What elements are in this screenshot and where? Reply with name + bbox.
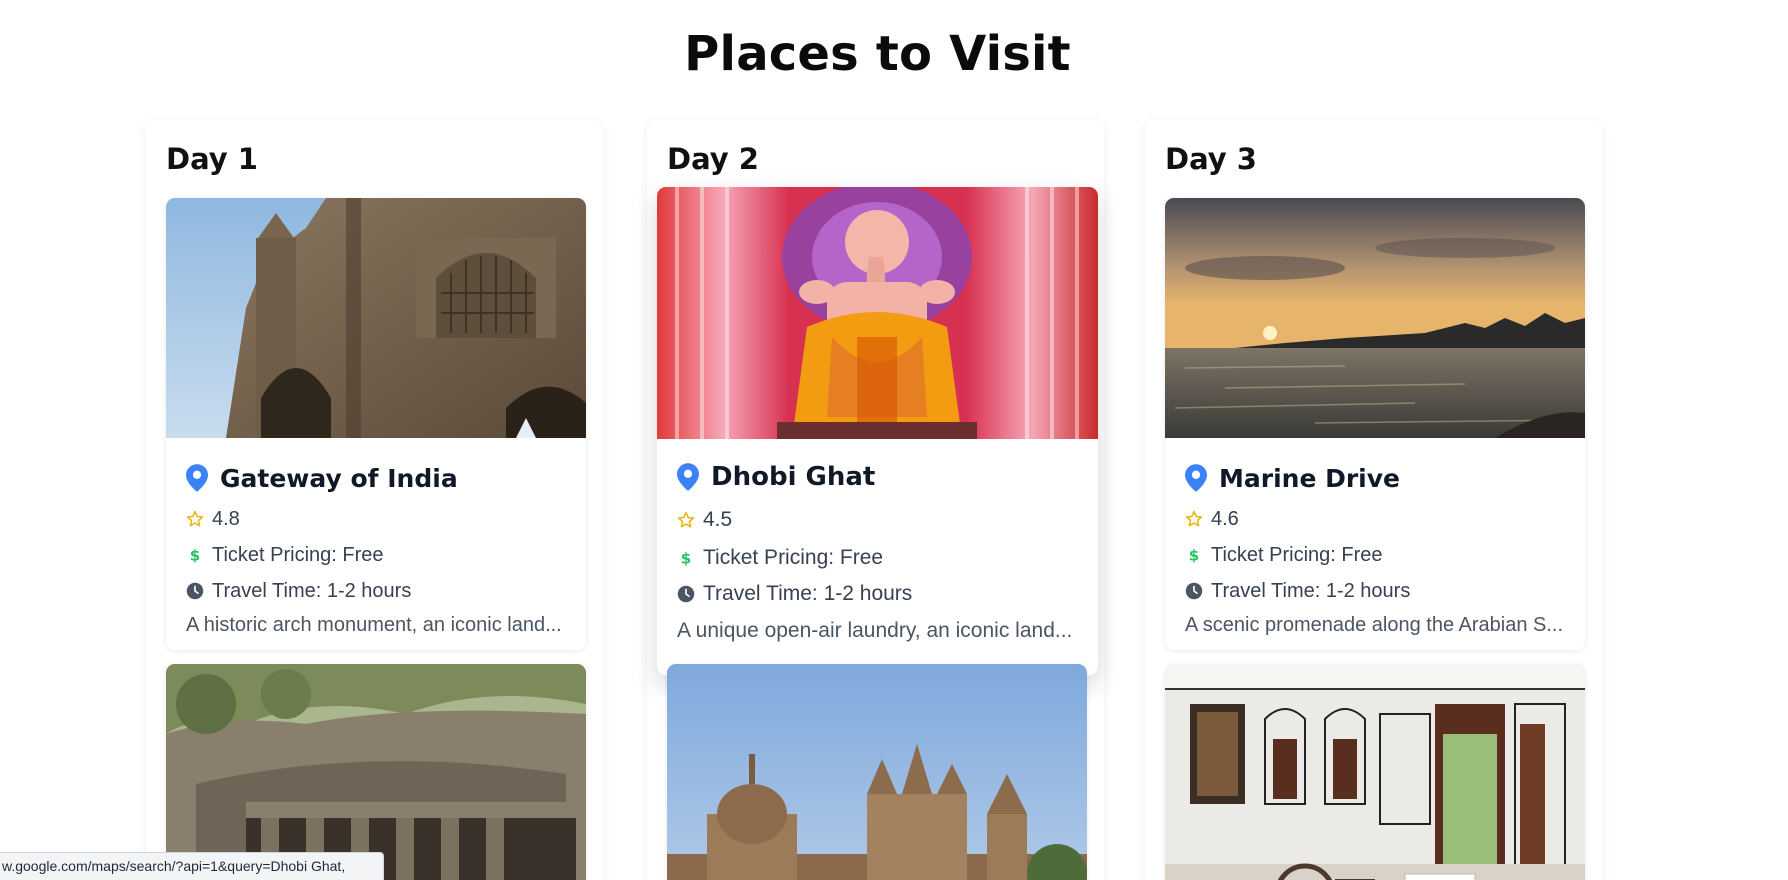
ticket-pricing: Ticket Pricing: Free <box>703 546 884 569</box>
star-icon <box>186 510 204 527</box>
ticket-row: $ Ticket Pricing: Free <box>186 542 566 568</box>
place-name: Gateway of India <box>220 463 458 493</box>
dollar-icon: $ <box>681 549 691 567</box>
place-description: A scenic promenade along the Arabian S..… <box>1185 614 1564 636</box>
place-card-csmt[interactable] <box>667 664 1087 880</box>
place-card-gateway-of-india[interactable]: Gateway of India 4.8 $ Ticket Pricing: F… <box>166 198 586 650</box>
map-pin-icon <box>186 464 208 492</box>
rating-value: 4.6 <box>1211 507 1239 530</box>
status-bar-url: w.google.com/maps/search/?api=1&query=Dh… <box>0 852 384 880</box>
rating-row: 4.5 <box>677 507 1078 533</box>
place-name: Dhobi Ghat <box>711 462 876 492</box>
place-photo <box>1165 198 1585 438</box>
travel-row: Travel Time: 1-2 hours <box>1185 578 1565 604</box>
ticket-row: $ Ticket Pricing: Free <box>1185 542 1565 568</box>
place-card-mani-bhavan[interactable] <box>1165 664 1585 880</box>
ticket-row: $ Ticket Pricing: Free <box>677 545 1078 571</box>
day-column-2: Day 2 Dhobi Ghat 4.5 $ Ticket Pricing: F… <box>647 120 1104 880</box>
day-column-3: Day 3 Marine Drive 4.6 $ Ticket Pricing:… <box>1145 120 1602 880</box>
travel-time: Travel Time: 1-2 hours <box>1211 579 1411 602</box>
place-photo <box>657 187 1098 439</box>
svg-text:$: $ <box>681 549 691 567</box>
place-card-dhobi-ghat[interactable]: Dhobi Ghat 4.5 $ Ticket Pricing: Free Tr… <box>657 187 1098 675</box>
place-photo <box>166 664 586 880</box>
travel-row: Travel Time: 1-2 hours <box>186 578 566 604</box>
page-title: Places to Visit <box>684 26 1071 82</box>
place-name: Marine Drive <box>1219 463 1401 493</box>
rating-row: 4.8 <box>186 506 566 532</box>
place-card-elephanta-caves[interactable] <box>166 664 586 880</box>
day-column-1: Day 1 Gateway of India 4.8 $ Ticket Pric… <box>146 120 603 880</box>
day-title: Day 2 <box>667 142 759 176</box>
dollar-icon: $ <box>190 546 200 564</box>
travel-time: Travel Time: 1-2 hours <box>212 579 412 602</box>
place-card-marine-drive[interactable]: Marine Drive 4.6 $ Ticket Pricing: Free … <box>1165 198 1585 650</box>
travel-time: Travel Time: 1-2 hours <box>703 582 913 605</box>
day-title: Day 1 <box>166 142 258 176</box>
map-pin-icon <box>1185 464 1207 492</box>
svg-text:$: $ <box>190 546 200 564</box>
rating-value: 4.8 <box>212 507 240 530</box>
clock-icon <box>1185 582 1203 600</box>
rating-value: 4.5 <box>703 508 733 531</box>
clock-icon <box>186 582 204 600</box>
svg-text:$: $ <box>1189 546 1199 564</box>
map-pin-icon <box>677 463 699 491</box>
star-icon <box>1185 510 1203 527</box>
rating-row: 4.6 <box>1185 506 1565 532</box>
travel-row: Travel Time: 1-2 hours <box>677 581 1078 607</box>
dollar-icon: $ <box>1189 546 1199 564</box>
place-description: A historic arch monument, an iconic land… <box>186 614 562 636</box>
star-icon <box>677 511 695 528</box>
ticket-pricing: Ticket Pricing: Free <box>1211 543 1383 566</box>
place-photo <box>1165 664 1585 880</box>
place-photo <box>166 198 586 438</box>
clock-icon <box>677 585 695 603</box>
day-title: Day 3 <box>1165 142 1257 176</box>
ticket-pricing: Ticket Pricing: Free <box>212 543 384 566</box>
place-description: A unique open-air laundry, an iconic lan… <box>677 619 1073 642</box>
place-photo <box>667 664 1087 880</box>
